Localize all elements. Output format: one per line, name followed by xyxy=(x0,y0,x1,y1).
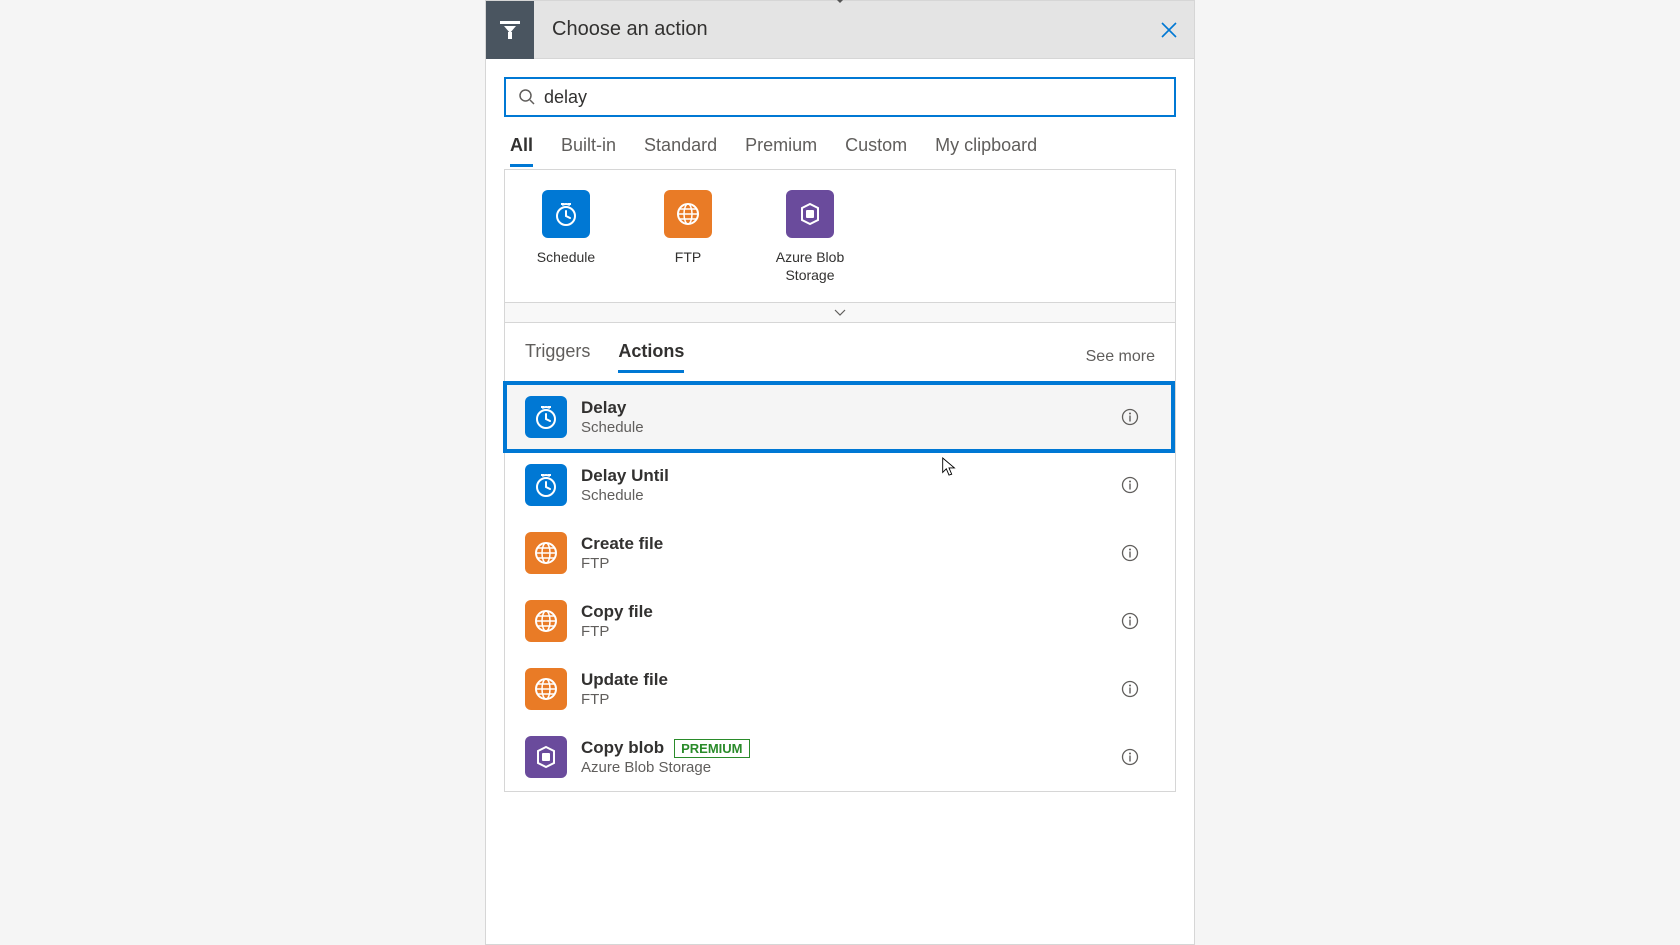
action-text: Create fileFTP xyxy=(581,534,1111,572)
globe-icon xyxy=(664,190,712,238)
globe-icon xyxy=(525,600,567,642)
action-title: Delay Until xyxy=(581,466,669,486)
action-list: ▲ ▼ DelayScheduleDelay UntilScheduleCrea… xyxy=(505,383,1175,791)
panel-header-icon xyxy=(486,1,534,59)
action-subtitle: Azure Blob Storage xyxy=(581,759,1111,776)
action-subtitle: Schedule xyxy=(581,487,1111,504)
search-input[interactable] xyxy=(544,87,1162,108)
info-icon[interactable] xyxy=(1121,612,1139,630)
action-subtitle: FTP xyxy=(581,623,1111,640)
info-icon[interactable] xyxy=(1121,748,1139,766)
actions-section: Triggers Actions See more ▲ ▼ DelaySched… xyxy=(504,323,1176,792)
panel-title: Choose an action xyxy=(534,18,1144,41)
tab-actions[interactable]: Actions xyxy=(618,341,684,373)
action-text: DelaySchedule xyxy=(581,398,1111,436)
action-subtitle: FTP xyxy=(581,691,1111,708)
connector-label: Schedule xyxy=(537,248,595,266)
category-tab-all[interactable]: All xyxy=(510,135,533,167)
action-text: Delay UntilSchedule xyxy=(581,466,1111,504)
action-item-delay[interactable]: DelaySchedule xyxy=(505,383,1175,451)
see-more-link[interactable]: See more xyxy=(1086,348,1155,366)
category-tabs: All Built-in Standard Premium Custom My clipb… xyxy=(504,135,1176,167)
connector-label: Azure Blob Storage xyxy=(769,248,851,284)
category-tab-built-in[interactable]: Built-in xyxy=(561,135,616,167)
connector-label: FTP xyxy=(675,248,701,266)
action-title: Delay xyxy=(581,398,626,418)
action-item-copy-blob[interactable]: Copy blob PREMIUMAzure Blob Storage xyxy=(505,723,1175,791)
category-tab-standard[interactable]: Standard xyxy=(644,135,717,167)
info-icon[interactable] xyxy=(1121,680,1139,698)
blob-icon xyxy=(786,190,834,238)
category-tab-premium[interactable]: Premium xyxy=(745,135,817,167)
sub-tabs-row: Triggers Actions See more xyxy=(505,323,1175,377)
insert-arrow-icon xyxy=(830,0,850,3)
action-text: Copy fileFTP xyxy=(581,602,1111,640)
globe-icon xyxy=(525,532,567,574)
action-title: Update file xyxy=(581,670,668,690)
panel-body: All Built-in Standard Premium Custom My clipb… xyxy=(486,59,1194,167)
tab-triggers[interactable]: Triggers xyxy=(525,341,590,373)
category-tab-custom[interactable]: Custom xyxy=(845,135,907,167)
info-icon[interactable] xyxy=(1121,476,1139,494)
premium-badge: PREMIUM xyxy=(674,739,749,758)
action-item-create-file[interactable]: Create fileFTP xyxy=(505,519,1175,587)
clock-icon xyxy=(542,190,590,238)
connector-schedule[interactable]: Schedule xyxy=(525,190,607,284)
clock-icon xyxy=(525,396,567,438)
action-picker-panel: Choose an action All Built-in Standard Prem… xyxy=(485,0,1195,945)
connector-azure-blob-storage[interactable]: Azure Blob Storage xyxy=(769,190,851,284)
category-tab-my-clipboard[interactable]: My clipboard xyxy=(935,135,1037,167)
search-box[interactable] xyxy=(504,77,1176,117)
info-icon[interactable] xyxy=(1121,408,1139,426)
connector-ftp[interactable]: FTP xyxy=(647,190,729,284)
action-text: Update fileFTP xyxy=(581,670,1111,708)
action-title: Copy blob xyxy=(581,738,664,758)
action-title: Create file xyxy=(581,534,663,554)
sub-tabs: Triggers Actions xyxy=(525,341,684,373)
panel-header: Choose an action xyxy=(486,1,1194,59)
action-text: Copy blob PREMIUMAzure Blob Storage xyxy=(581,738,1111,776)
expand-connectors-button[interactable] xyxy=(504,303,1176,323)
connectors-grid: Schedule FTP Azure Blob Storage xyxy=(504,169,1176,303)
action-item-update-file[interactable]: Update fileFTP xyxy=(505,655,1175,723)
info-icon[interactable] xyxy=(1121,544,1139,562)
action-title: Copy file xyxy=(581,602,653,622)
action-item-delay-until[interactable]: Delay UntilSchedule xyxy=(505,451,1175,519)
search-icon xyxy=(518,88,536,106)
action-subtitle: Schedule xyxy=(581,419,1111,436)
clock-icon xyxy=(525,464,567,506)
globe-icon xyxy=(525,668,567,710)
action-subtitle: FTP xyxy=(581,555,1111,572)
close-button[interactable] xyxy=(1144,1,1194,59)
action-item-copy-file[interactable]: Copy fileFTP xyxy=(505,587,1175,655)
blob-icon xyxy=(525,736,567,778)
